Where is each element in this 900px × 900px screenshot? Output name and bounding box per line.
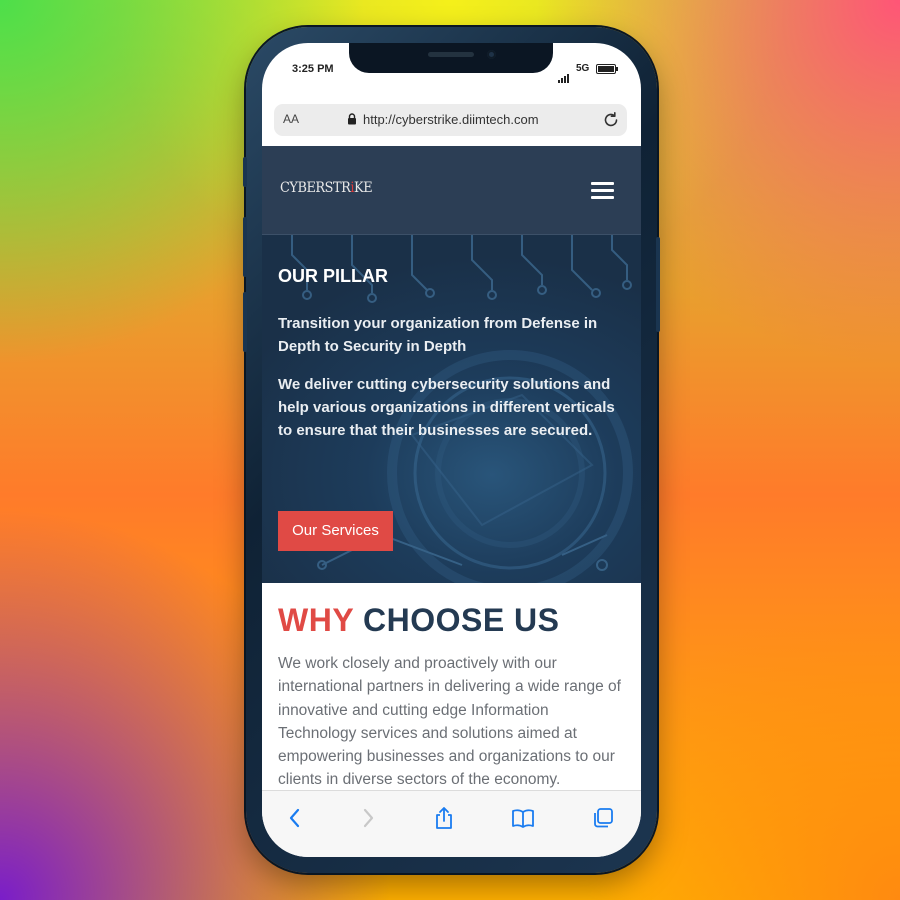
- volume-down-button: [243, 292, 247, 352]
- safari-toolbar: [262, 790, 641, 857]
- mute-switch: [243, 157, 247, 187]
- speaker: [428, 52, 474, 57]
- why-choose-us-heading: WHY CHOOSE US: [278, 602, 560, 639]
- cyberstrike-logo[interactable]: CYBERSTRiKE: [280, 180, 373, 196]
- share-icon[interactable]: [431, 805, 457, 831]
- power-button: [656, 237, 660, 332]
- tabs-icon[interactable]: [590, 805, 616, 831]
- hero-subtitle: Transition your organization from Defens…: [278, 315, 598, 355]
- url-text[interactable]: http://cyberstrike.diimtech.com: [363, 112, 539, 127]
- hero-title: OUR PILLAR: [278, 266, 388, 286]
- network-type: 5G: [576, 63, 590, 74]
- our-services-button[interactable]: Our Services: [278, 511, 393, 551]
- signal-icon: [558, 65, 570, 83]
- hero-section: OUR PILLAR Transition your organization …: [262, 235, 641, 583]
- front-camera: [487, 50, 496, 59]
- reload-icon[interactable]: [601, 110, 621, 130]
- phone-frame: 3:25 PM 5G AA http://cyberstrike.diimtec…: [243, 27, 660, 873]
- status-time: 3:25 PM: [292, 63, 334, 75]
- phone-screen: 3:25 PM 5G AA http://cyberstrike.diimtec…: [262, 43, 641, 857]
- why-choose-us-text: We work closely and proactively with our…: [278, 655, 621, 789]
- bookmarks-icon[interactable]: [510, 805, 536, 831]
- hamburger-menu-icon[interactable]: [591, 182, 614, 199]
- volume-up-button: [243, 217, 247, 277]
- site-navbar: CYBERSTRiKE: [262, 146, 641, 235]
- forward-icon[interactable]: [355, 805, 381, 831]
- hero-description: We deliver cutting cybersecurity solutio…: [278, 376, 615, 439]
- battery-icon: [596, 64, 618, 74]
- why-heading-red: WHY: [278, 602, 354, 638]
- address-bar[interactable]: AA http://cyberstrike.diimtech.com: [274, 104, 627, 136]
- text-size-button[interactable]: AA: [283, 112, 299, 126]
- notch: [349, 43, 553, 73]
- back-icon[interactable]: [282, 805, 308, 831]
- why-heading-dark: CHOOSE US: [362, 602, 560, 638]
- lock-icon: [348, 113, 356, 125]
